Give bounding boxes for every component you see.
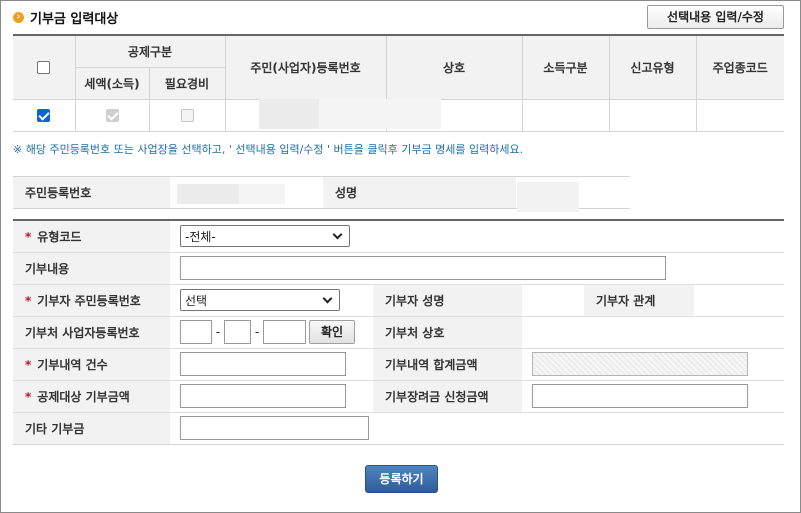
total-amount-input xyxy=(532,352,748,376)
select-all-checkbox[interactable] xyxy=(37,61,51,75)
donor-relation-value xyxy=(694,284,784,317)
required-mark: * xyxy=(25,389,32,404)
redacted-person-reg-2 xyxy=(239,184,285,204)
type-code-label: * 유형코드 xyxy=(13,220,170,253)
other-empty-cell xyxy=(373,412,784,444)
content-input[interactable] xyxy=(180,256,666,280)
other-donation-input[interactable] xyxy=(180,416,369,440)
reg-number-label: 주민등록번호 xyxy=(13,176,170,209)
income-type-cell xyxy=(521,98,610,132)
scholarship-amount-input[interactable] xyxy=(532,384,748,408)
tax-credit-checkbox xyxy=(105,109,119,122)
other-label: 기타 기부금 xyxy=(13,412,170,444)
report-type-header: 신고유형 xyxy=(608,35,697,100)
recipient-name-label: 기부처 상호 xyxy=(373,316,522,349)
redacted-person-name xyxy=(517,182,579,212)
deduction-amount-cell xyxy=(170,380,373,413)
required-mark: * xyxy=(25,357,32,372)
biz-number-part3-input[interactable] xyxy=(263,320,306,344)
confirm-button[interactable]: 확인 xyxy=(309,320,355,344)
scholarship-label: 기부장려금 신청금액 xyxy=(373,380,522,413)
necessary-expense-header: 필요경비 xyxy=(148,66,225,100)
row-select-checkbox[interactable] xyxy=(37,109,51,122)
dash-separator: - xyxy=(254,325,260,339)
deduction-group-header: 공제구분 xyxy=(74,35,226,68)
redacted-company-name xyxy=(319,99,441,129)
chevron-down-icon xyxy=(322,293,333,303)
select-all-header xyxy=(13,35,76,100)
content-cell xyxy=(170,252,784,285)
biz-number-part1-input[interactable] xyxy=(180,320,212,344)
edit-selected-button[interactable]: 선택내용 입력/수정 xyxy=(647,5,784,29)
company-name-header: 상호 xyxy=(385,35,523,100)
required-mark: * xyxy=(25,229,32,244)
donor-name-label: 기부자 성명 xyxy=(373,284,522,317)
type-code-select[interactable]: -전체- xyxy=(180,225,350,248)
total-label: 기부내역 합계금액 xyxy=(373,348,522,381)
deduction-amount-input[interactable] xyxy=(180,384,346,408)
section-title: › 기부금 입력대상 xyxy=(13,8,118,27)
redacted-reg-number xyxy=(259,99,319,129)
biz-number-part2-input[interactable] xyxy=(224,320,251,344)
content-label: 기부내용 xyxy=(13,252,170,285)
donor-reg-label: * 기부자 주민등록번호 xyxy=(13,284,170,317)
instruction-notice: ※ 해당 주민등록번호 또는 사업장을 선택하고, ' 선택내용 입력/수정 '… xyxy=(13,143,524,156)
report-type-cell xyxy=(608,98,697,132)
chevron-down-icon xyxy=(332,229,343,240)
count-label: * 기부내역 건수 xyxy=(13,348,170,381)
name-label: 성명 xyxy=(323,176,516,209)
business-code-cell xyxy=(695,98,784,132)
window-frame: › 기부금 입력대상 선택내용 입력/수정 공제구분 주민(사업자)등록번호 상… xyxy=(0,0,801,513)
donor-relation-label: 기부자 관계 xyxy=(584,284,694,317)
type-code-cell: -전체- xyxy=(170,220,784,253)
count-input[interactable] xyxy=(180,352,346,376)
necessary-expense-cell xyxy=(148,98,226,132)
deduction-amount-label: * 공제대상 기부금액 xyxy=(13,380,170,413)
reg-number-header: 주민(사업자)등록번호 xyxy=(224,35,387,100)
recipient-biz-cell: - - 확인 xyxy=(170,316,373,349)
recipient-biz-label: 기부처 사업자등록번호 xyxy=(13,316,170,349)
necessary-expense-checkbox xyxy=(180,109,194,122)
business-code-header: 주업종코드 xyxy=(695,35,784,100)
tax-credit-cell xyxy=(74,98,150,132)
donor-reg-cell: 선택 xyxy=(170,284,373,317)
register-button[interactable]: 등록하기 xyxy=(365,465,438,493)
chevron-right-bullet-icon: › xyxy=(13,12,24,23)
total-cell xyxy=(522,348,784,381)
income-type-header: 소득구분 xyxy=(521,35,610,100)
scholarship-cell xyxy=(522,380,784,413)
count-cell xyxy=(170,348,373,381)
other-cell xyxy=(170,412,373,444)
redacted-person-reg xyxy=(177,184,239,204)
donation-form: * 유형코드 -전체- 기부내용 * 기부자 주민등록번호 선택 기부자 성명 기부… xyxy=(13,219,784,445)
donor-name-value xyxy=(522,284,584,317)
recipient-name-value xyxy=(522,316,784,349)
required-mark: * xyxy=(25,293,32,308)
row-select-cell xyxy=(13,98,76,132)
donor-reg-select[interactable]: 선택 xyxy=(180,289,340,311)
tax-credit-header: 세액(소득) xyxy=(75,66,150,100)
section-title-text: 기부금 입력대상 xyxy=(30,12,119,27)
dash-separator: - xyxy=(215,325,221,339)
